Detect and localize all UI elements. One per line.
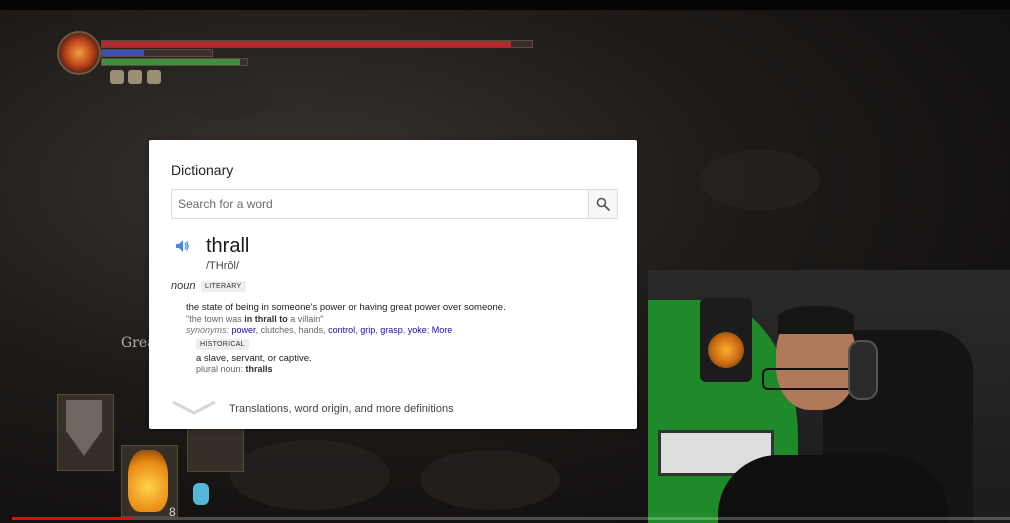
search-box — [171, 189, 618, 219]
studio-monitor — [700, 298, 752, 382]
search-button[interactable] — [588, 190, 617, 218]
item-icon — [193, 483, 209, 505]
synonym-grasp[interactable]: grasp — [380, 325, 403, 335]
speaker-cone — [708, 332, 744, 368]
plural-label: plural noun: — [196, 364, 246, 374]
example-sentence: "the town was in thrall to a villain" — [186, 314, 323, 324]
plural-value: thralls — [245, 364, 273, 374]
synonym-hands: hands — [298, 325, 324, 335]
synonym-yoke[interactable]: yoke — [408, 325, 427, 335]
buff-icon — [147, 70, 161, 84]
example-suffix: a villain" — [287, 314, 324, 324]
streamer-hair — [778, 306, 854, 334]
video-frame[interactable]: Great 8 Dictionary Search for a word thr… — [0, 0, 1010, 523]
phonetic: /THrôl/ — [206, 260, 239, 272]
synonyms-more-link[interactable]: More — [432, 325, 453, 335]
dictionary-title: Dictionary — [171, 162, 234, 178]
speaker-icon — [176, 240, 189, 252]
background-stone — [700, 150, 820, 210]
historical-tag: HISTORICAL — [196, 339, 249, 350]
streamer-shirt — [718, 455, 948, 523]
synonym-power[interactable]: power — [232, 325, 256, 335]
video-progress-fill — [12, 517, 132, 520]
synonym-control[interactable]: control — [328, 325, 355, 335]
background-stone — [180, 80, 270, 120]
estus-flask-icon — [128, 450, 168, 512]
synonym-grip[interactable]: grip — [360, 325, 375, 335]
search-input[interactable] — [172, 190, 594, 218]
ember-emblem-icon — [57, 31, 101, 75]
more-definitions-label: Translations, word origin, and more defi… — [229, 403, 454, 415]
register-tag: LITERARY — [201, 281, 246, 292]
stamina-bar — [101, 58, 248, 66]
background-stone — [420, 450, 560, 510]
headword: thrall — [206, 235, 250, 257]
sub-definition: a slave, servant, or captive. — [196, 353, 312, 364]
chevron-down-icon — [172, 400, 216, 415]
pronunciation-button[interactable] — [175, 238, 191, 254]
dictionary-card: Dictionary thrall /THrôl/ noun LITERARY … — [149, 140, 637, 429]
buff-icon — [110, 70, 124, 84]
top-edge — [0, 0, 1010, 10]
part-of-speech: noun — [171, 280, 196, 292]
more-definitions-toggle[interactable]: Translations, word origin, and more defi… — [171, 400, 611, 420]
background-stone — [230, 440, 390, 510]
definition: the state of being in someone's power or… — [186, 302, 506, 313]
example-bold: in thrall to — [244, 314, 288, 324]
example-prefix: "the town was — [186, 314, 245, 324]
synonyms: synonyms: power, clutches, hands, contro… — [186, 325, 453, 335]
glasses — [762, 368, 858, 390]
fp-bar-fill — [102, 50, 144, 56]
video-progress-bar[interactable] — [12, 517, 1010, 520]
fp-bar — [101, 49, 213, 57]
headphones-icon — [848, 340, 878, 400]
plural-form: plural noun: thralls — [196, 364, 273, 374]
search-icon — [596, 197, 610, 211]
stamina-bar-fill — [102, 59, 240, 65]
hp-bar-fill — [102, 41, 511, 47]
hp-bar — [101, 40, 533, 48]
synonyms-label: synonyms: — [186, 325, 230, 335]
webcam-overlay — [648, 270, 1010, 523]
synonym-clutches: clutches — [260, 325, 294, 335]
buff-icon — [128, 70, 142, 84]
